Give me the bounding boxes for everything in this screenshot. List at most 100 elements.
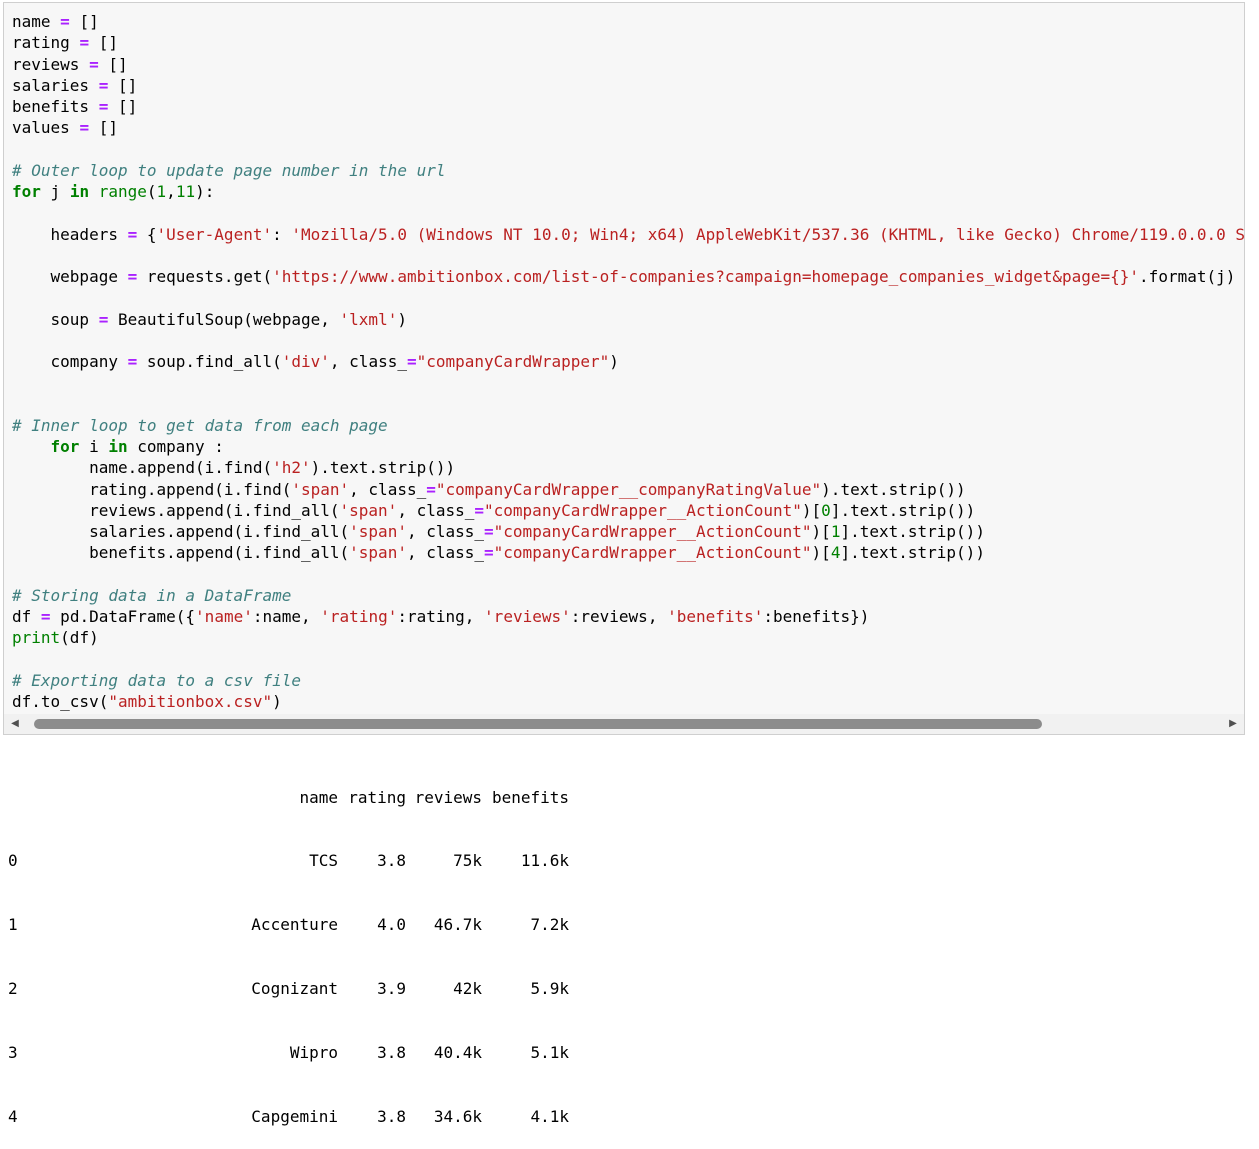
output-row: 1 Accenture 4.0 46.7k 7.2k [8, 914, 569, 935]
code-line: for i in company : [12, 436, 1244, 457]
row-name: Wipro [289, 1043, 338, 1063]
code-token: for [12, 182, 41, 201]
header-reviews: reviews [414, 787, 482, 807]
code-token: 11 [175, 182, 196, 201]
output-row: 2 Cognizant 3.9 42k 5.9k [8, 978, 569, 999]
code-token: 'span' [349, 522, 407, 541]
code-line: # Outer loop to update page number in th… [12, 160, 1244, 181]
output-area: name rating reviews benefits 0 TCS 3.8 7… [8, 744, 569, 1149]
code-line: soup = BeautifulSoup(webpage, 'lxml') [12, 309, 1244, 330]
code-token: = [79, 33, 90, 53]
code-token: )[ [801, 500, 822, 520]
code-line: benefits.append(i.find_all('span', class… [12, 542, 1244, 563]
code-token: = [89, 54, 99, 74]
code-token: 'Mozilla/5.0 (Windows NT 10.0; Win4; x64… [291, 224, 1244, 244]
code-token: { [137, 224, 157, 244]
row-reviews: 42k [453, 979, 482, 999]
code-token: ].text.strip()) [830, 500, 976, 520]
row-reviews: 46.7k [433, 915, 482, 935]
code-line: print(df) [12, 627, 1244, 648]
code-token: in [108, 437, 128, 456]
code-token: df.to_csv( [12, 692, 109, 711]
code-token: # Exporting data to a csv file [12, 670, 301, 690]
scrollbar-thumb[interactable] [34, 719, 1042, 729]
code-token: company [12, 352, 128, 371]
code-token: = [406, 352, 417, 371]
row-name: Capgemini [251, 1107, 338, 1127]
row-rating: 3.9 [377, 979, 406, 999]
row-reviews: 34.6k [433, 1107, 482, 1127]
code-token: = [127, 224, 138, 244]
code-token: BeautifulSoup(webpage, [108, 309, 340, 329]
code-token: # Outer loop to update page number in th… [12, 160, 446, 180]
code-line: rating.append(i.find('span', class_="com… [12, 479, 1244, 500]
code-token: 'benefits' [667, 607, 764, 626]
code-token: # Inner loop to get data from each page [12, 415, 388, 435]
code-token: = [98, 97, 109, 116]
code-token: j [40, 182, 70, 201]
code-token: , class_ [406, 543, 485, 563]
code-token: webpage [12, 267, 128, 286]
code-token: [] [108, 75, 138, 95]
row-rating: 3.8 [377, 1107, 406, 1127]
code-token: df [12, 607, 41, 626]
code-token: , class_ [406, 522, 485, 541]
code-token: ( [146, 182, 157, 201]
row-benefits: 5.9k [530, 979, 569, 999]
code-line: salaries.append(i.find_all('span', class… [12, 521, 1244, 542]
code-token: = [474, 500, 485, 520]
code-line: name = [] [12, 11, 1244, 32]
code-token: [] [69, 12, 99, 31]
code-cell[interactable]: name = [] rating = [] reviews = [] salaries… [3, 2, 1245, 735]
code-token: benefits.append(i.find_all( [12, 543, 350, 563]
code-token: ) [272, 692, 282, 711]
code-line: webpage = requests.get('https://www.ambi… [12, 266, 1244, 287]
code-token: ) [397, 309, 407, 329]
row-index: 3 [8, 1043, 18, 1063]
code-token: "companyCardWrapper" [416, 352, 610, 371]
code-token: 'User-Agent' [156, 224, 273, 244]
code-editor[interactable]: name = [] rating = [] reviews = [] salaries… [12, 11, 1244, 712]
code-token: :name, [252, 607, 321, 626]
code-token: )[ [811, 522, 831, 541]
scroll-right-icon[interactable]: ▶ [1226, 717, 1240, 731]
row-index: 1 [8, 915, 18, 935]
row-index: 0 [8, 851, 18, 871]
code-token: = [60, 12, 70, 31]
code-token: , class_ [349, 479, 427, 499]
row-index: 4 [8, 1107, 18, 1127]
row-name: Accenture [251, 915, 338, 935]
code-line: name.append(i.find('h2').text.strip()) [12, 457, 1244, 478]
code-token: = [98, 75, 109, 95]
code-line: # Exporting data to a csv file [12, 670, 1244, 691]
code-token: ].text.strip()) [840, 522, 985, 541]
row-benefits: 7.2k [530, 915, 569, 935]
code-token: ].text.strip()) [840, 543, 985, 563]
code-token: 'span' [291, 479, 350, 499]
code-token: 1 [830, 522, 841, 541]
output-header-row: name rating reviews benefits [8, 787, 569, 808]
row-index: 2 [8, 979, 18, 999]
row-rating: 4.0 [377, 915, 406, 935]
code-token: i [79, 437, 109, 456]
code-token: = [484, 543, 494, 563]
code-token: 'https://www.ambitionbox.com/list-of-com… [272, 267, 1140, 286]
code-token: for [50, 437, 80, 456]
code-token: "companyCardWrapper__companyRatingValue" [435, 479, 822, 499]
code-token: ).text.strip()) [821, 479, 966, 499]
horizontal-scrollbar[interactable]: ◀ ▶ [4, 714, 1244, 734]
code-token: salaries.append(i.find_all( [12, 522, 350, 541]
code-line: # Inner loop to get data from each page [12, 415, 1244, 436]
code-token: rating [12, 33, 80, 53]
code-token: (df) [60, 628, 99, 648]
code-token: soup [12, 309, 99, 329]
scroll-left-icon[interactable]: ◀ [8, 717, 22, 731]
code-token: rating.append(i.find( [12, 479, 292, 499]
